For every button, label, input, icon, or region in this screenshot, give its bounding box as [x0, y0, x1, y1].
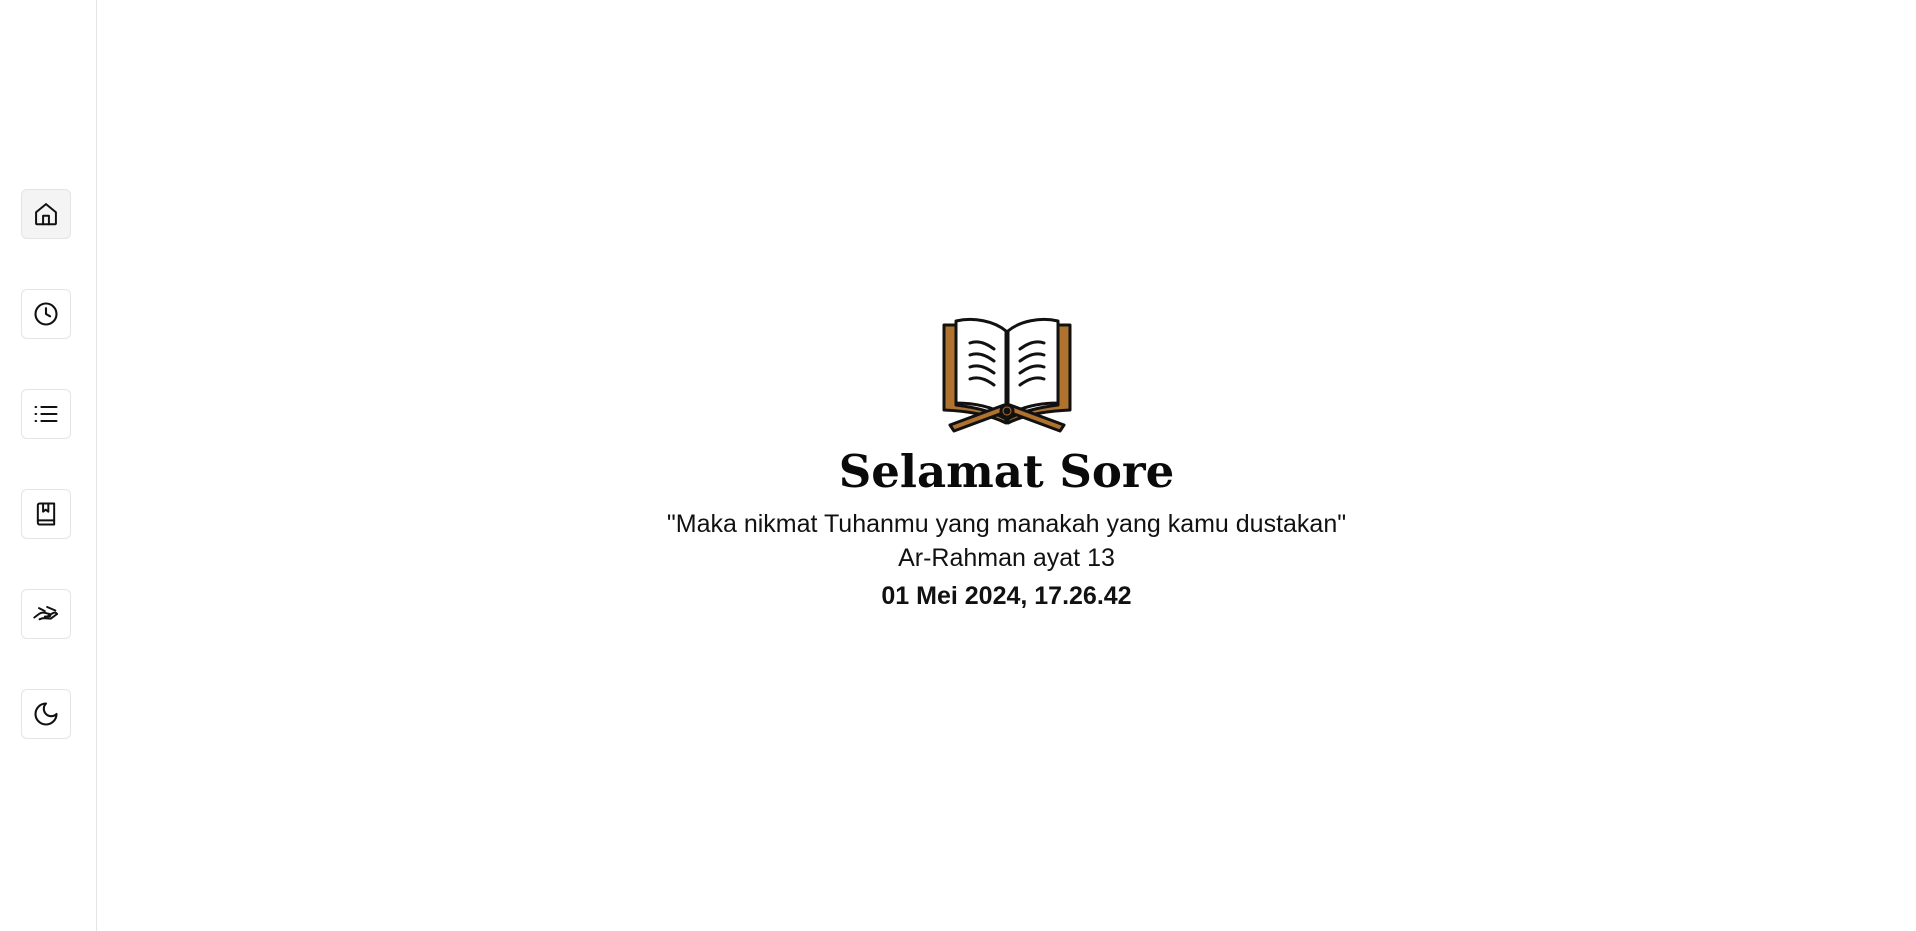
main-content: Selamat Sore "Maka nikmat Tuhanmu yang m… — [97, 0, 1916, 931]
nav-surah-list-button[interactable] — [21, 389, 71, 439]
open-quran-book-icon — [942, 317, 1071, 433]
nav-prayer-times-button[interactable] — [21, 289, 71, 339]
verse-reference: Ar-Rahman ayat 13 — [898, 544, 1115, 572]
home-icon — [35, 203, 57, 226]
list-icon — [34, 406, 58, 422]
app-root: Selamat Sore "Maka nikmat Tuhanmu yang m… — [0, 0, 1916, 931]
welcome-hero: Selamat Sore "Maka nikmat Tuhanmu yang m… — [97, 315, 1916, 613]
bookmark-book-icon — [36, 502, 56, 526]
sidebar — [0, 0, 97, 931]
clock-icon — [34, 302, 58, 326]
nav-doa-button[interactable] — [21, 589, 71, 639]
current-datetime: 01 Mei 2024, 17.26.42 — [881, 582, 1132, 610]
nav-bookmark-button[interactable] — [21, 489, 71, 539]
hand-giving-icon — [33, 606, 59, 621]
greeting-title: Selamat Sore — [838, 445, 1175, 498]
nav-home-button[interactable] — [21, 189, 71, 239]
verse-text: "Maka nikmat Tuhanmu yang manakah yang k… — [666, 510, 1347, 538]
moon-icon — [34, 702, 58, 726]
nav-theme-toggle-button[interactable] — [21, 689, 71, 739]
